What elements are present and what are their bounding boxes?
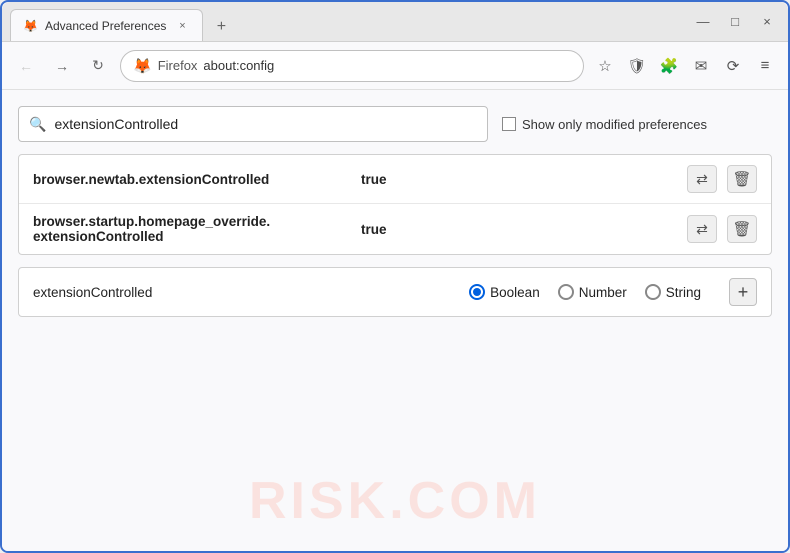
delete-button-1[interactable]: 🗑 [727, 165, 757, 193]
sync-icon[interactable]: ⟳ [720, 53, 746, 79]
boolean-radio-circle[interactable] [469, 284, 485, 300]
tab-area: 🦊 Advanced Preferences × + [10, 2, 690, 41]
string-label: String [666, 285, 701, 300]
search-input[interactable]: extensionControlled [54, 116, 477, 132]
tab-close-button[interactable]: × [174, 18, 190, 34]
row-1-actions: ⇄ 🗑 [687, 165, 757, 193]
browser-window: 🦊 Advanced Preferences × + — □ × ← → ↻ 🦊… [0, 0, 790, 553]
mail-icon[interactable]: ✉ [688, 53, 714, 79]
back-button[interactable]: ← [12, 52, 40, 80]
pref-name-2: browser.startup.homepage_override. exten… [33, 214, 353, 244]
reset-button-2[interactable]: ⇄ [687, 215, 717, 243]
reset-button-1[interactable]: ⇄ [687, 165, 717, 193]
nav-icons-right: ☆ 🛡 🧩 ✉ ⟳ ≡ [592, 53, 778, 79]
pref-value-1: true [361, 172, 387, 187]
content-area: RISK.COM 🔍 extensionControlled Show only… [2, 90, 788, 551]
row-2-actions: ⇄ 🗑 [687, 215, 757, 243]
number-label: Number [579, 285, 627, 300]
results-table: browser.newtab.extensionControlled true … [18, 154, 772, 255]
boolean-label: Boolean [490, 285, 540, 300]
search-row: 🔍 extensionControlled Show only modified… [18, 106, 772, 142]
add-preference-row: extensionControlled Boolean Number Strin… [18, 267, 772, 317]
show-modified-checkbox[interactable] [502, 117, 516, 131]
string-radio-circle[interactable] [645, 284, 661, 300]
minimize-button[interactable]: — [690, 9, 716, 35]
string-radio[interactable]: String [645, 284, 701, 300]
maximize-button[interactable]: □ [722, 9, 748, 35]
pref-value-2: true [361, 222, 387, 237]
show-modified-label: Show only modified preferences [522, 117, 707, 132]
show-modified-checkbox-area[interactable]: Show only modified preferences [502, 117, 707, 132]
watermark: RISK.COM [249, 471, 541, 531]
search-icon: 🔍 [29, 116, 46, 133]
firefox-logo: 🦊 [133, 57, 152, 75]
forward-button[interactable]: → [48, 52, 76, 80]
shield-icon[interactable]: 🛡 [624, 53, 650, 79]
add-preference-button[interactable]: + [729, 278, 757, 306]
address-bar[interactable]: 🦊 Firefox about:config [120, 50, 584, 82]
delete-button-2[interactable]: 🗑 [727, 215, 757, 243]
number-radio[interactable]: Number [558, 284, 627, 300]
table-row: browser.startup.homepage_override. exten… [19, 204, 771, 254]
boolean-radio[interactable]: Boolean [469, 284, 540, 300]
number-radio-circle[interactable] [558, 284, 574, 300]
menu-button[interactable]: ≡ [752, 53, 778, 79]
new-tab-button[interactable]: + [207, 13, 235, 41]
bookmark-icon[interactable]: ☆ [592, 53, 618, 79]
search-box[interactable]: 🔍 extensionControlled [18, 106, 488, 142]
reload-button[interactable]: ↻ [84, 52, 112, 80]
browser-name-label: Firefox [158, 58, 198, 73]
type-radio-group: Boolean Number String [469, 284, 701, 300]
tab-title: Advanced Preferences [45, 19, 166, 33]
extension-icon[interactable]: 🧩 [656, 53, 682, 79]
active-tab[interactable]: 🦊 Advanced Preferences × [10, 9, 203, 41]
navigation-bar: ← → ↻ 🦊 Firefox about:config ☆ 🛡 🧩 ✉ ⟳ ≡ [2, 42, 788, 90]
tab-favicon: 🦊 [23, 19, 37, 33]
new-pref-name: extensionControlled [33, 285, 213, 300]
title-bar: 🦊 Advanced Preferences × + — □ × [2, 2, 788, 42]
pref-name-1: browser.newtab.extensionControlled [33, 172, 353, 187]
url-display: about:config [203, 58, 571, 73]
window-controls: — □ × [690, 9, 780, 35]
table-row: browser.newtab.extensionControlled true … [19, 155, 771, 204]
close-button[interactable]: × [754, 9, 780, 35]
